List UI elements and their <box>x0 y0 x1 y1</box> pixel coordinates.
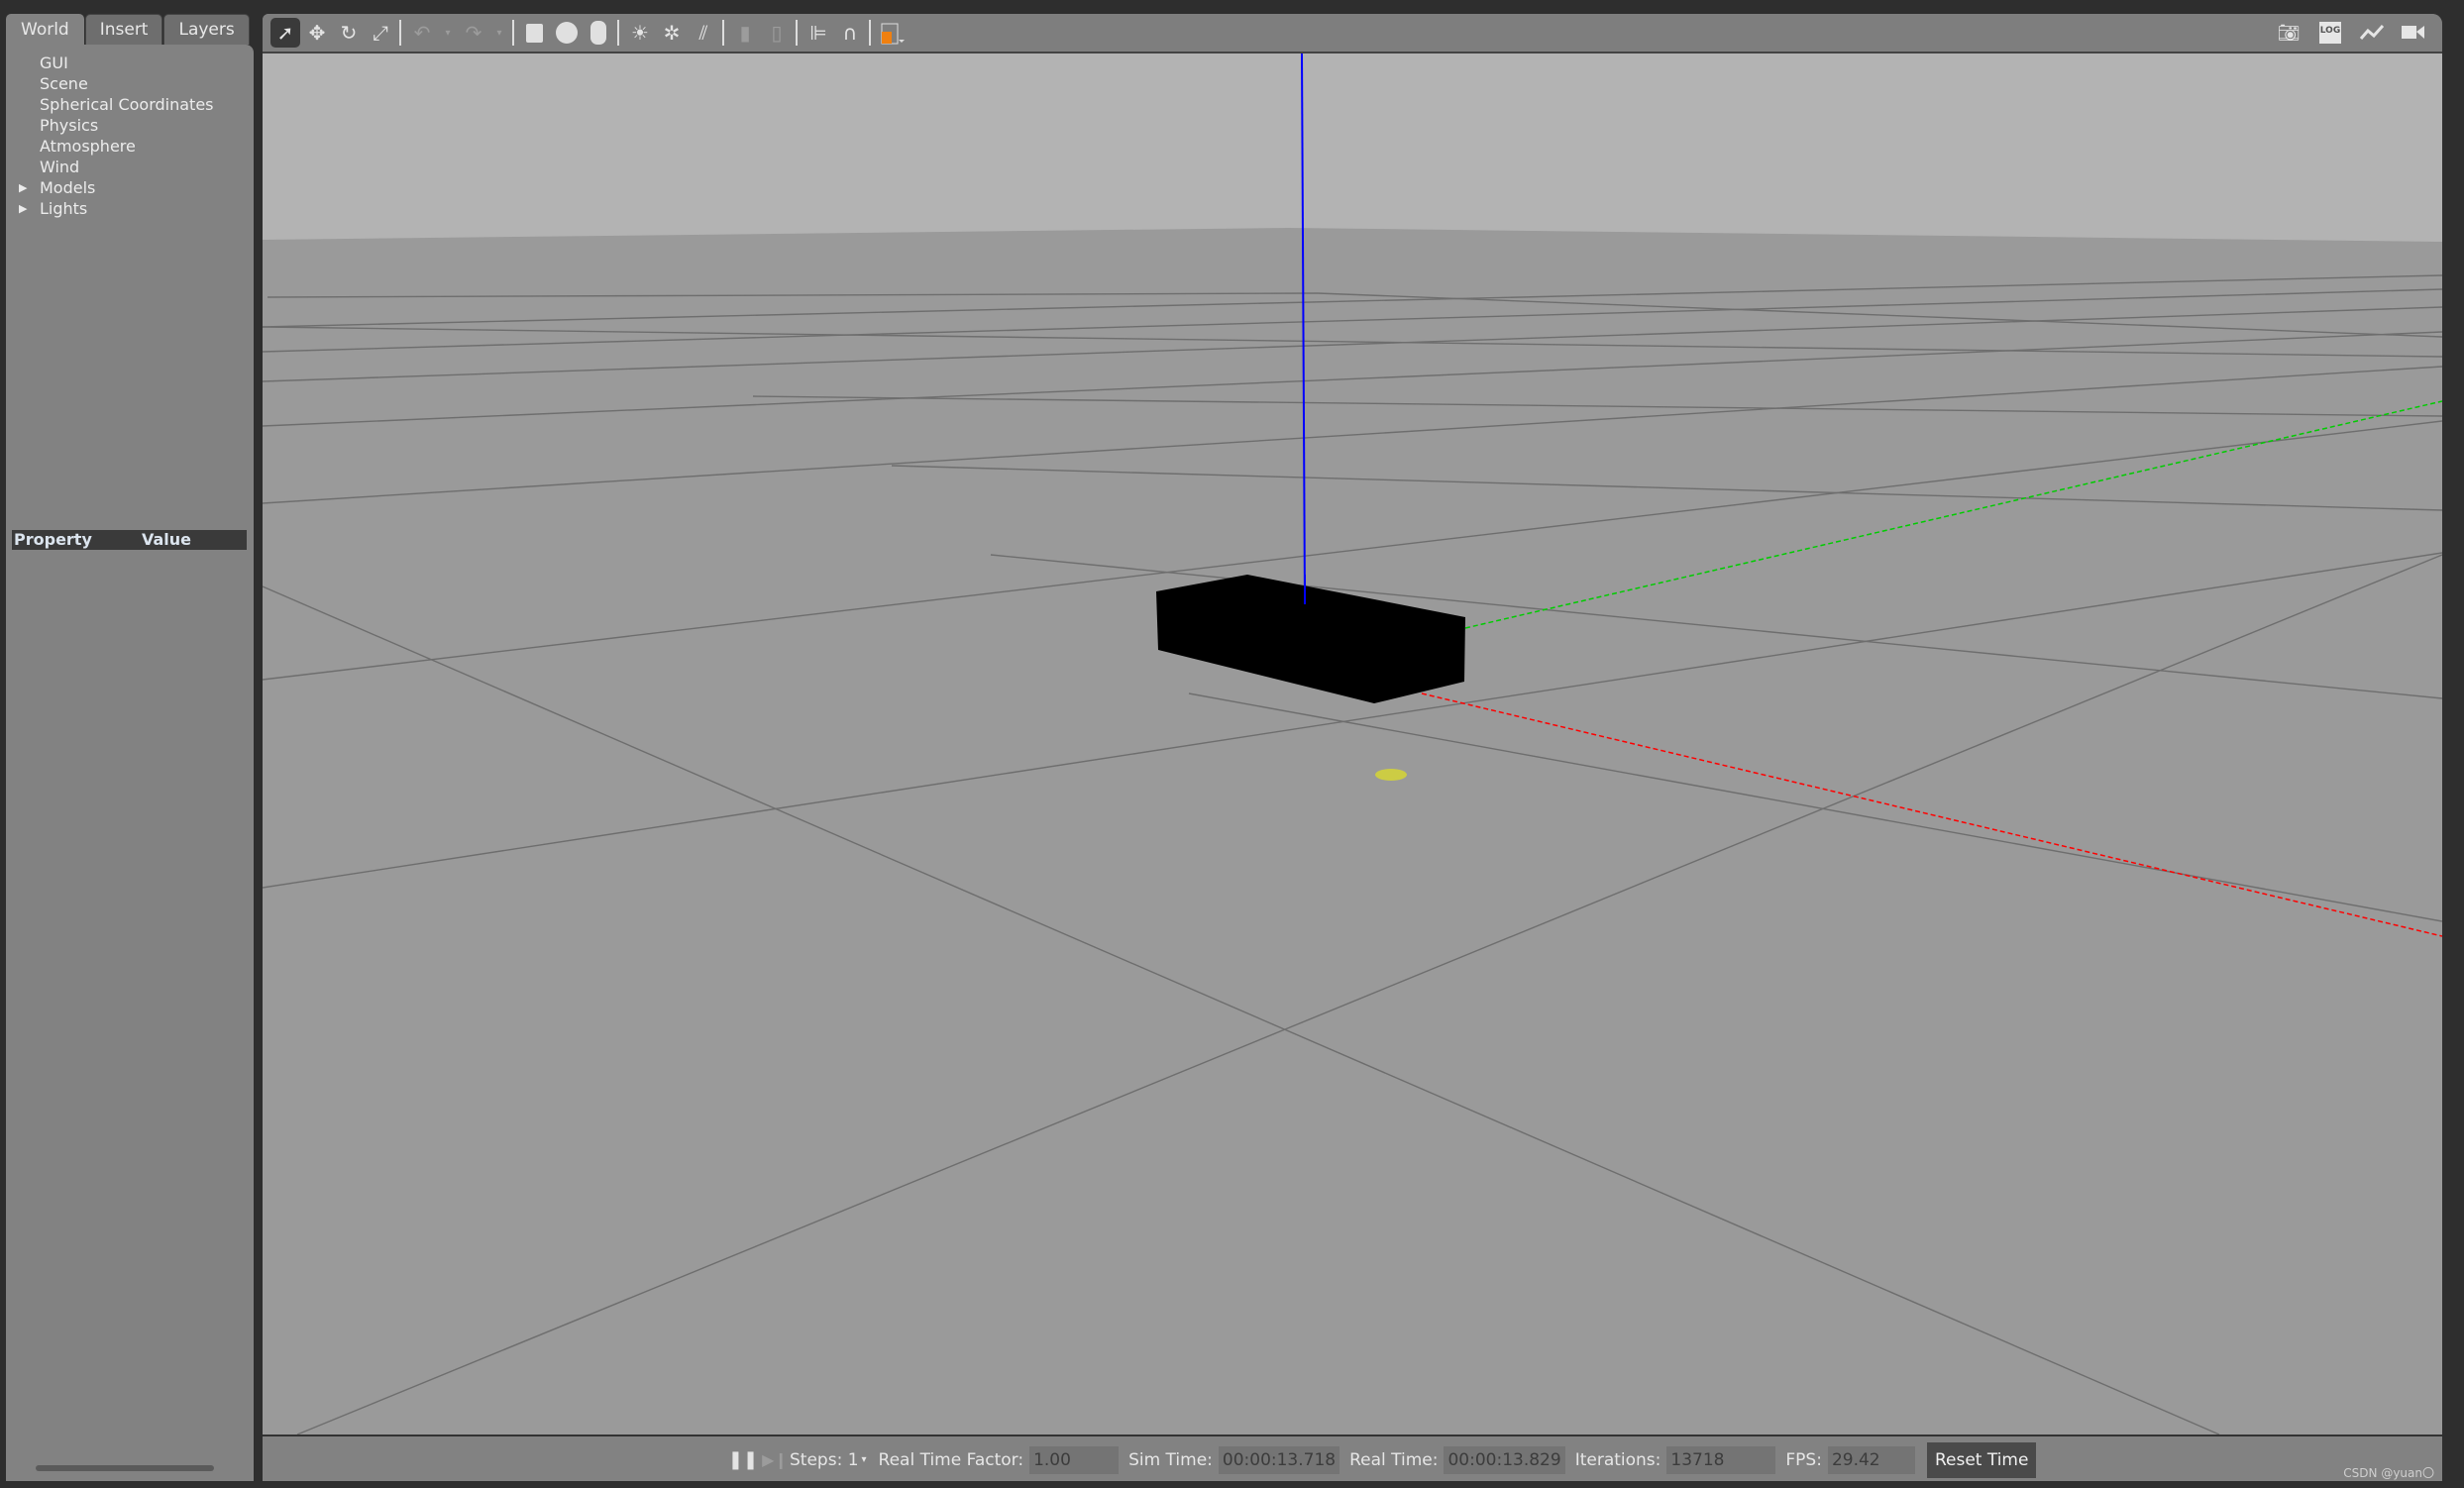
world-panel: GUI Scene Spherical Coordinates Physics … <box>6 45 254 1481</box>
ground-plane <box>263 228 2442 1435</box>
snap-icon[interactable]: ∩ <box>835 18 865 48</box>
tree-item-gui[interactable]: GUI <box>6 53 254 73</box>
tree-item-label: Scene <box>40 74 88 93</box>
scale-icon[interactable]: ⤢ <box>366 18 395 48</box>
tree-item-label: Atmosphere <box>40 137 136 156</box>
expand-arrow-icon[interactable]: ▶ <box>19 198 27 219</box>
video-record-icon[interactable] <box>2399 18 2428 48</box>
log-icon[interactable]: LOG <box>2315 18 2345 48</box>
fps-label: FPS: <box>1785 1449 1822 1470</box>
redo-dropdown-icon[interactable]: ▾ <box>490 18 508 48</box>
horizontal-scrollbar[interactable] <box>36 1465 214 1471</box>
sky <box>263 53 2442 242</box>
tree-item-atmosphere[interactable]: Atmosphere <box>6 136 254 157</box>
divider <box>399 20 401 46</box>
iterations-value: 13718 <box>1666 1445 1776 1474</box>
pause-icon[interactable]: ❚❚ <box>728 1445 758 1475</box>
left-panel-tabs: World Insert Layers <box>6 14 251 46</box>
rtf-value: 1.00 <box>1029 1445 1120 1474</box>
align-icon[interactable]: ⊫ <box>803 18 833 48</box>
watermark: CSDN @yuan〇 <box>2343 1466 2434 1480</box>
steps-selector[interactable]: Steps: 1 <box>790 1450 859 1470</box>
steps-dropdown-icon[interactable]: ▾ <box>862 1454 867 1465</box>
value-column-header[interactable]: Value <box>142 530 191 550</box>
divider <box>617 20 619 46</box>
tree-item-label: GUI <box>40 53 68 72</box>
spot-light-icon[interactable]: ✲ <box>657 18 687 48</box>
undo-dropdown-icon[interactable]: ▾ <box>439 18 457 48</box>
iterations-label: Iterations: <box>1574 1449 1661 1470</box>
cylinder-icon[interactable] <box>584 18 613 48</box>
divider <box>512 20 514 46</box>
rtf-label: Real Time Factor: <box>878 1449 1024 1470</box>
real-time-value: 00:00:13.829 <box>1444 1445 1565 1474</box>
tree-item-label: Wind <box>40 158 80 176</box>
tab-insert[interactable]: Insert <box>84 14 163 45</box>
copy-icon[interactable]: ▮ <box>730 18 760 48</box>
sim-time-value: 00:00:13.718 <box>1218 1445 1340 1474</box>
redo-icon[interactable]: ↷ <box>459 18 488 48</box>
bottom-status-bar: ❚❚ ▶❙ Steps: 1 ▾ Real Time Factor: 1.00 S… <box>263 1435 2442 1481</box>
world-tree: GUI Scene Spherical Coordinates Physics … <box>6 53 254 219</box>
translate-icon[interactable]: ✥ <box>302 18 332 48</box>
rotate-icon[interactable]: ↻ <box>334 18 364 48</box>
step-icon[interactable]: ▶❙ <box>760 1445 790 1475</box>
tree-item-label: Physics <box>40 116 99 135</box>
point-light-icon[interactable]: ☀ <box>625 18 655 48</box>
log-icon-label: LOG <box>2318 22 2342 44</box>
box-icon[interactable] <box>520 18 550 48</box>
property-column-header[interactable]: Property <box>14 530 92 550</box>
property-table-header: Property Value <box>12 530 247 550</box>
screenshot-camera-icon[interactable]: 📷︎ <box>2274 18 2303 48</box>
expand-arrow-icon[interactable]: ▶ <box>19 177 27 198</box>
undo-icon[interactable]: ↶ <box>407 18 437 48</box>
scene-canvas[interactable] <box>263 53 2442 1435</box>
plot-icon[interactable] <box>2357 18 2387 48</box>
tree-item-spherical-coordinates[interactable]: Spherical Coordinates <box>6 94 254 115</box>
light-marker[interactable] <box>1375 769 1407 781</box>
divider <box>722 20 724 46</box>
real-time-label: Real Time: <box>1349 1449 1439 1470</box>
3d-viewport[interactable]: ➚ ✥ ↻ ⤢ ↶ ▾ ↷ ▾ ☀ ✲ ⫽ ▮ ▯ ⊫ ∩ 📷︎ LOG ❚❚ … <box>263 14 2442 1481</box>
paste-icon[interactable]: ▯ <box>762 18 792 48</box>
toolbar-right: 📷︎ LOG <box>2272 14 2428 52</box>
tree-item-wind[interactable]: Wind <box>6 157 254 177</box>
tab-layers[interactable]: Layers <box>163 14 250 45</box>
tab-world[interactable]: World <box>6 14 84 45</box>
tree-item-scene[interactable]: Scene <box>6 73 254 94</box>
tree-item-label: Spherical Coordinates <box>40 95 214 114</box>
tree-item-physics[interactable]: Physics <box>6 115 254 136</box>
sim-time-label: Sim Time: <box>1128 1449 1213 1470</box>
reset-time-button[interactable]: Reset Time <box>1926 1441 2037 1478</box>
sphere-icon[interactable] <box>552 18 582 48</box>
divider <box>869 20 871 46</box>
tree-item-label: Lights <box>40 199 88 218</box>
tree-item-label: Models <box>40 178 96 197</box>
tree-item-lights[interactable]: ▶ Lights <box>6 198 254 219</box>
fps-value: 29.42 <box>1827 1445 1915 1474</box>
view-angle-icon[interactable] <box>877 18 907 48</box>
directional-light-icon[interactable]: ⫽ <box>689 18 718 48</box>
divider <box>796 20 798 46</box>
toolbar: ➚ ✥ ↻ ⤢ ↶ ▾ ↷ ▾ ☀ ✲ ⫽ ▮ ▯ ⊫ ∩ 📷︎ LOG <box>263 14 2442 53</box>
tree-item-models[interactable]: ▶ Models <box>6 177 254 198</box>
select-arrow-icon[interactable]: ➚ <box>270 18 300 48</box>
